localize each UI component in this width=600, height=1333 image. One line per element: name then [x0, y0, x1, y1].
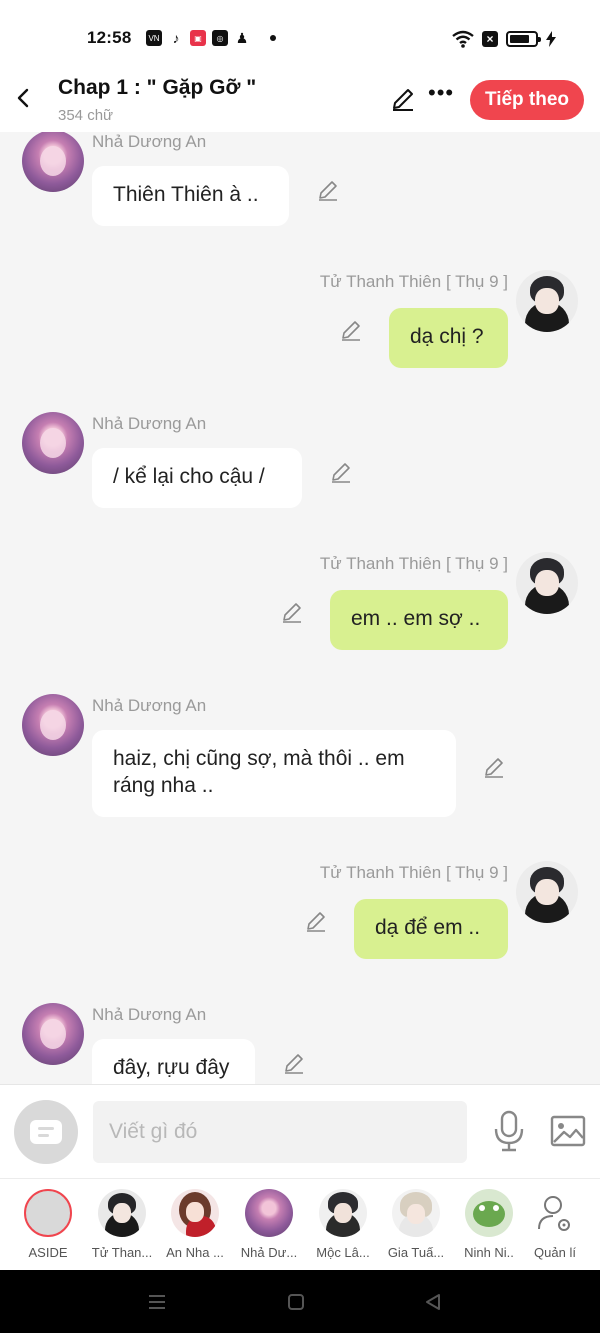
manage-characters-button[interactable]: Quản lí	[518, 1179, 592, 1271]
character-item[interactable]: An Nha ...	[158, 1179, 232, 1271]
sender-name: Nhả Dương An	[92, 414, 207, 433]
edit-message-icon[interactable]	[339, 318, 363, 342]
message-bubble[interactable]: đây, rựu đây	[92, 1039, 255, 1084]
chat-area[interactable]: Nhả Dương An Thiên Thiên à .. Tử Thanh T…	[0, 132, 600, 1084]
avatar[interactable]	[22, 132, 84, 192]
character-label: Nhả Dư...	[240, 1245, 298, 1260]
avatar[interactable]	[516, 552, 578, 614]
character-label: ASIDE	[28, 1245, 68, 1260]
character-item[interactable]: Ninh Ni..	[452, 1179, 526, 1271]
chapter-title: Chap 1 : " Gặp Gỡ "	[58, 76, 257, 99]
character-avatar	[171, 1189, 219, 1237]
edit-message-icon[interactable]	[280, 600, 304, 624]
manage-user-icon	[531, 1189, 579, 1237]
chat-bubble-icon	[37, 1205, 59, 1221]
game-app-icon: ♟	[234, 29, 250, 46]
chapter-header: Chap 1 : " Gặp Gỡ " 354 chữ ••• Tiếp the…	[0, 76, 600, 132]
composer-bar	[0, 1084, 600, 1178]
aside-toggle-button[interactable]	[14, 1100, 78, 1164]
microphone-icon[interactable]	[490, 1109, 528, 1153]
sender-name: Tử Thanh Thiên [ Thụ 9 ]	[319, 863, 508, 882]
edit-message-icon[interactable]	[482, 755, 506, 779]
message-bubble[interactable]: / kể lại cho cậu /	[92, 448, 302, 508]
character-avatar	[319, 1189, 367, 1237]
character-item[interactable]: Gia Tuấ...	[379, 1179, 453, 1271]
status-bar: 12:58 VN ♪ ▣ ◎ ♟ ×	[0, 0, 600, 76]
sender-name: Tử Thanh Thiên [ Thụ 9 ]	[319, 554, 508, 573]
image-upload-icon[interactable]	[550, 1113, 586, 1149]
back-triangle-icon[interactable]	[423, 1292, 443, 1312]
avatar[interactable]	[516, 861, 578, 923]
gallery-app-icon: ▣	[190, 30, 206, 46]
charging-bolt-icon	[546, 31, 556, 47]
character-avatar	[245, 1189, 293, 1237]
status-time: 12:58	[87, 28, 132, 47]
avatar[interactable]	[22, 1003, 84, 1065]
character-aside[interactable]: ASIDE	[11, 1179, 85, 1271]
message-input[interactable]	[93, 1101, 467, 1163]
aside-avatar	[24, 1189, 72, 1237]
message-bubble[interactable]: Thiên Thiên à ..	[92, 166, 289, 226]
battery-fill	[510, 35, 530, 43]
battery-icon	[506, 31, 541, 47]
avatar[interactable]	[22, 412, 84, 474]
avatar[interactable]	[516, 270, 578, 332]
character-label: Ninh Ni..	[464, 1245, 514, 1260]
sender-name: Nhả Dương An	[92, 1005, 207, 1024]
sender-name: Nhả Dương An	[92, 132, 207, 151]
word-count: 354 chữ	[58, 107, 114, 124]
edit-message-icon[interactable]	[329, 460, 353, 484]
character-avatar	[392, 1189, 440, 1237]
edit-message-icon[interactable]	[304, 909, 328, 933]
notification-dot-icon	[270, 35, 276, 41]
character-label: Tử Than...	[91, 1245, 153, 1260]
vn-app-icon: VN	[146, 30, 162, 46]
no-sim-icon: ×	[482, 31, 498, 47]
status-right-icons: ×	[452, 30, 556, 48]
more-options-icon[interactable]: •••	[428, 82, 454, 112]
sender-name: Tử Thanh Thiên [ Thụ 9 ]	[319, 272, 508, 291]
character-avatar	[465, 1189, 513, 1237]
menu-lines-icon[interactable]	[147, 1292, 167, 1312]
home-square-icon[interactable]	[286, 1292, 306, 1312]
tiktok-icon: ♪	[168, 30, 184, 46]
character-avatar	[98, 1189, 146, 1237]
status-app-icons: VN ♪ ▣ ◎ ♟	[146, 30, 276, 46]
edit-pencil-icon[interactable]	[390, 86, 416, 112]
character-selector: ASIDE Tử Than... An Nha ... Nhả Dư... Mộ…	[0, 1178, 600, 1270]
character-label: Gia Tuấ...	[387, 1245, 445, 1260]
instagram-icon: ◎	[212, 30, 228, 46]
next-chapter-button[interactable]: Tiếp theo	[470, 80, 584, 120]
chat-bubble-icon	[30, 1120, 62, 1144]
message-bubble[interactable]: dạ để em ..	[354, 899, 508, 959]
message-bubble[interactable]: dạ chị ?	[389, 308, 508, 368]
character-label: Quản lí	[534, 1245, 576, 1260]
avatar[interactable]	[22, 694, 84, 756]
character-label: An Nha ...	[166, 1245, 224, 1260]
message-bubble[interactable]: em .. em sợ ..	[330, 590, 508, 650]
wifi-icon	[452, 30, 474, 48]
edit-message-icon[interactable]	[282, 1051, 306, 1075]
sender-name: Nhả Dương An	[92, 696, 207, 715]
character-label: Mộc Lâ...	[316, 1245, 370, 1260]
character-item[interactable]: Nhả Dư...	[232, 1179, 306, 1271]
character-item[interactable]: Tử Than...	[85, 1179, 159, 1271]
character-item[interactable]: Mộc Lâ...	[306, 1179, 380, 1271]
system-nav-bar	[0, 1270, 600, 1333]
back-arrow-icon[interactable]	[12, 86, 36, 110]
edit-message-icon[interactable]	[316, 178, 340, 202]
message-bubble[interactable]: haiz, chị cũng sợ, mà thôi .. em ráng nh…	[92, 730, 456, 817]
